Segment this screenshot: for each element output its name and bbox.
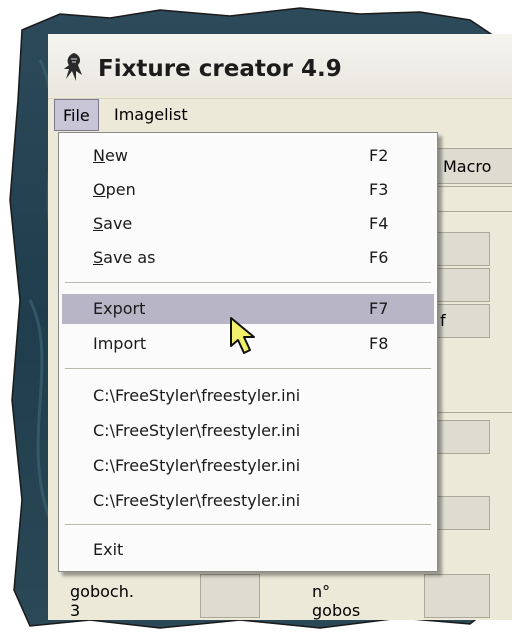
menu-item-save-label: Save — [93, 214, 133, 233]
recent-file-item[interactable]: C:\FreeStyler\freestyler.ini — [62, 416, 434, 446]
menu-file[interactable]: File — [54, 99, 99, 131]
shortcut-f3: F3 — [369, 180, 389, 199]
menu-separator — [65, 524, 431, 526]
fixture-app-icon — [64, 53, 82, 81]
toolbar-strip — [436, 186, 512, 212]
menu-item-export-label: Export — [93, 299, 146, 318]
menu-imagelist[interactable]: Imagelist — [106, 99, 196, 131]
title-bar: Fixture creator 4.9 — [48, 34, 512, 96]
menu-bar: File Imagelist — [48, 98, 512, 131]
menu-separator — [65, 282, 431, 284]
shortcut-f6: F6 — [369, 248, 389, 267]
form-field-3[interactable]: f — [436, 304, 490, 338]
recent-file-path: C:\FreeStyler\freestyler.ini — [93, 386, 301, 405]
shortcut-f7: F7 — [369, 299, 389, 318]
recent-file-item[interactable]: C:\FreeStyler\freestyler.ini — [62, 451, 434, 481]
menu-item-save-as-label: Save as — [93, 248, 156, 267]
tab-macro[interactable]: Macro — [436, 148, 512, 184]
recent-file-path: C:\FreeStyler\freestyler.ini — [93, 456, 301, 475]
form-field-5[interactable] — [436, 496, 490, 530]
screenshot-frame: Fixture creator 4.9 File Imagelist Macro… — [0, 0, 512, 636]
mouse-pointer-icon — [230, 317, 255, 354]
menu-item-import-label: Import — [93, 334, 147, 353]
form-field-1[interactable] — [436, 232, 490, 266]
tab-macro-label: Macro — [443, 157, 492, 176]
recent-file-item[interactable]: C:\FreeStyler\freestyler.ini — [62, 381, 434, 411]
recent-file-item[interactable]: C:\FreeStyler\freestyler.ini — [62, 486, 434, 516]
menu-item-new[interactable]: New F2 — [62, 141, 434, 171]
gobos-count-field[interactable] — [424, 574, 490, 618]
shortcut-f4: F4 — [369, 214, 389, 233]
menu-item-save[interactable]: Save F4 — [62, 209, 434, 239]
recent-file-path: C:\FreeStyler\freestyler.ini — [93, 491, 301, 510]
window-title: Fixture creator 4.9 — [98, 56, 342, 82]
menu-item-exit[interactable]: Exit — [62, 535, 434, 565]
menu-item-new-label: New — [93, 146, 128, 165]
menu-separator — [65, 368, 431, 370]
menu-item-save-as[interactable]: Save as F6 — [62, 243, 434, 273]
application-window: Fixture creator 4.9 File Imagelist Macro… — [48, 34, 512, 620]
gobos-count-label: n° gobos — [312, 582, 361, 620]
form-field-4[interactable] — [436, 420, 490, 454]
shortcut-f8: F8 — [369, 334, 389, 353]
form-field-2[interactable] — [436, 268, 490, 302]
menu-item-open-label: Open — [93, 180, 136, 199]
divider — [436, 412, 512, 413]
menu-item-open[interactable]: Open F3 — [62, 175, 434, 205]
form-field-3-text: f — [440, 311, 446, 330]
gobo-channel-label: goboch. 3 — [70, 582, 134, 620]
menu-item-exit-label: Exit — [93, 540, 124, 559]
gobo-channel-field[interactable] — [200, 574, 260, 618]
recent-file-path: C:\FreeStyler\freestyler.ini — [93, 421, 301, 440]
shortcut-f2: F2 — [369, 146, 389, 165]
